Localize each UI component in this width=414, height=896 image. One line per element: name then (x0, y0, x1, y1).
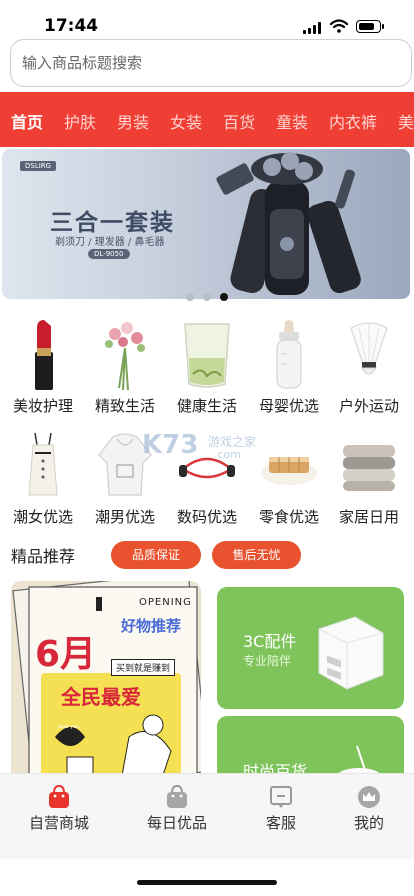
promo-ribbon: 买到就是赚到 (111, 659, 176, 676)
nav-label: 我的 (353, 814, 384, 832)
shortcut-label: 家居日用 (338, 508, 399, 526)
shortcut-label: 户外运动 (338, 397, 399, 415)
tab-general-goods[interactable]: 百货 (223, 109, 255, 133)
nav-daily-picks[interactable]: 每日优品 (125, 774, 229, 860)
shortcut-label: 母婴优选 (258, 397, 319, 415)
shopping-bag-icon (49, 784, 69, 808)
shortcut-label: 健康生活 (176, 397, 237, 415)
shortcut-label: 零食优选 (258, 508, 319, 526)
shortcut-refined-life[interactable]: 精致生活 (84, 318, 166, 424)
watermark-logo-text: K73 (142, 430, 199, 460)
shortcut-label: 精致生活 (94, 397, 155, 415)
pagination-dot-active[interactable] (220, 293, 228, 301)
lipstick-icon (35, 320, 53, 390)
shortcut-beauty-care[interactable]: 美妆护理 (2, 318, 84, 424)
shortcut-healthy-life[interactable]: 健康生活 (166, 318, 248, 424)
promo-heart-text: love you (58, 724, 80, 730)
pagination-dot[interactable] (203, 293, 211, 301)
promo-month: 6月 (35, 634, 97, 675)
promo-slogan: 全民最爱 (61, 685, 141, 709)
banner-title: 三合一套装 (50, 210, 175, 236)
shortcut-label: 潮女优选 (12, 508, 73, 526)
banner-model: DL-9050 (88, 249, 130, 259)
towels-icon (343, 445, 395, 491)
watermark-logo: K73 游戏之家 .com (142, 430, 277, 462)
tab-skincare[interactable]: 护肤 (64, 109, 96, 133)
pagination-dot[interactable] (186, 293, 194, 301)
signal-icon (303, 22, 322, 34)
banner-brand: DSLIRG (20, 161, 57, 171)
battery-icon (356, 20, 384, 33)
shortcut-label: 数码优选 (176, 508, 237, 526)
shortcut-home-daily[interactable]: 家居日用 (328, 429, 410, 535)
dress-icon (28, 432, 58, 496)
shortcut-trendy-women[interactable]: 潮女优选 (2, 429, 84, 535)
tab-beauty[interactable]: 美 (398, 109, 414, 133)
promo-header: 好物推荐 (121, 617, 182, 635)
tea-glass-icon (184, 323, 230, 388)
nav-self-run-mall[interactable]: 自营商城 (7, 774, 111, 860)
search-box[interactable] (10, 39, 412, 87)
shuttlecock-icon (350, 322, 388, 375)
crown-icon (358, 786, 380, 808)
banner-subtitle: 剃须刀 / 理发器 / 鼻毛器 (55, 237, 165, 248)
section-title: 精品推荐 (11, 547, 76, 566)
wifi-icon (330, 19, 348, 33)
promo-opening-label: OPENING (139, 597, 192, 608)
promo-card-subtitle: 专业陪伴 (243, 654, 292, 668)
shopping-bag-outline-icon (167, 784, 187, 808)
status-bar: 17:44 (0, 0, 414, 44)
shortcut-outdoor-sports[interactable]: 户外运动 (328, 318, 410, 424)
tag-quality-guarantee: 品质保证 (111, 541, 201, 569)
shortcut-label: 美妆护理 (12, 397, 73, 415)
search-input[interactable] (11, 40, 411, 86)
shortcut-mother-baby[interactable]: 母婴优选 (248, 318, 330, 424)
bottom-tab-bar: 自营商城 每日优品 客服 我的 (0, 773, 414, 859)
nav-label: 自营商城 (28, 814, 89, 832)
shaver-product-image (216, 152, 361, 295)
nav-my-account[interactable]: 我的 (317, 774, 414, 860)
home-indicator (137, 880, 277, 885)
promo-card-3c-accessories[interactable]: 3C配件 专业陪伴 (217, 587, 404, 709)
watermark-url: .com (214, 448, 241, 461)
tag-after-sales: 售后无忧 (212, 541, 301, 569)
tab-home[interactable]: 首页 (11, 109, 43, 133)
tab-womenswear[interactable]: 女装 (170, 109, 202, 133)
nav-label: 每日优品 (146, 814, 207, 832)
promo-banner[interactable]: DSLIRG 三合一套装 剃须刀 / 理发器 / 鼻毛器 DL-9050 (2, 149, 410, 299)
promo-card-title: 3C配件 (243, 632, 297, 651)
shortcut-label: 潮男优选 (94, 508, 155, 526)
message-icon (270, 786, 292, 808)
category-tabs: 首页 护肤 男装 女装 百货 童装 内衣裤 美 (0, 92, 414, 147)
tab-menswear[interactable]: 男装 (117, 109, 149, 133)
status-time: 17:44 (44, 16, 99, 36)
tab-kidswear[interactable]: 童装 (276, 109, 308, 133)
tab-underwear[interactable]: 内衣裤 (329, 109, 377, 133)
flower-bouquet-icon (105, 322, 145, 391)
usb-charger-image (318, 616, 384, 690)
promo-card-recommend[interactable]: OPENING 好物推荐 6月 买到就是赚到 全民最爱 love you (11, 581, 201, 781)
baby-bottle-icon (276, 320, 302, 389)
